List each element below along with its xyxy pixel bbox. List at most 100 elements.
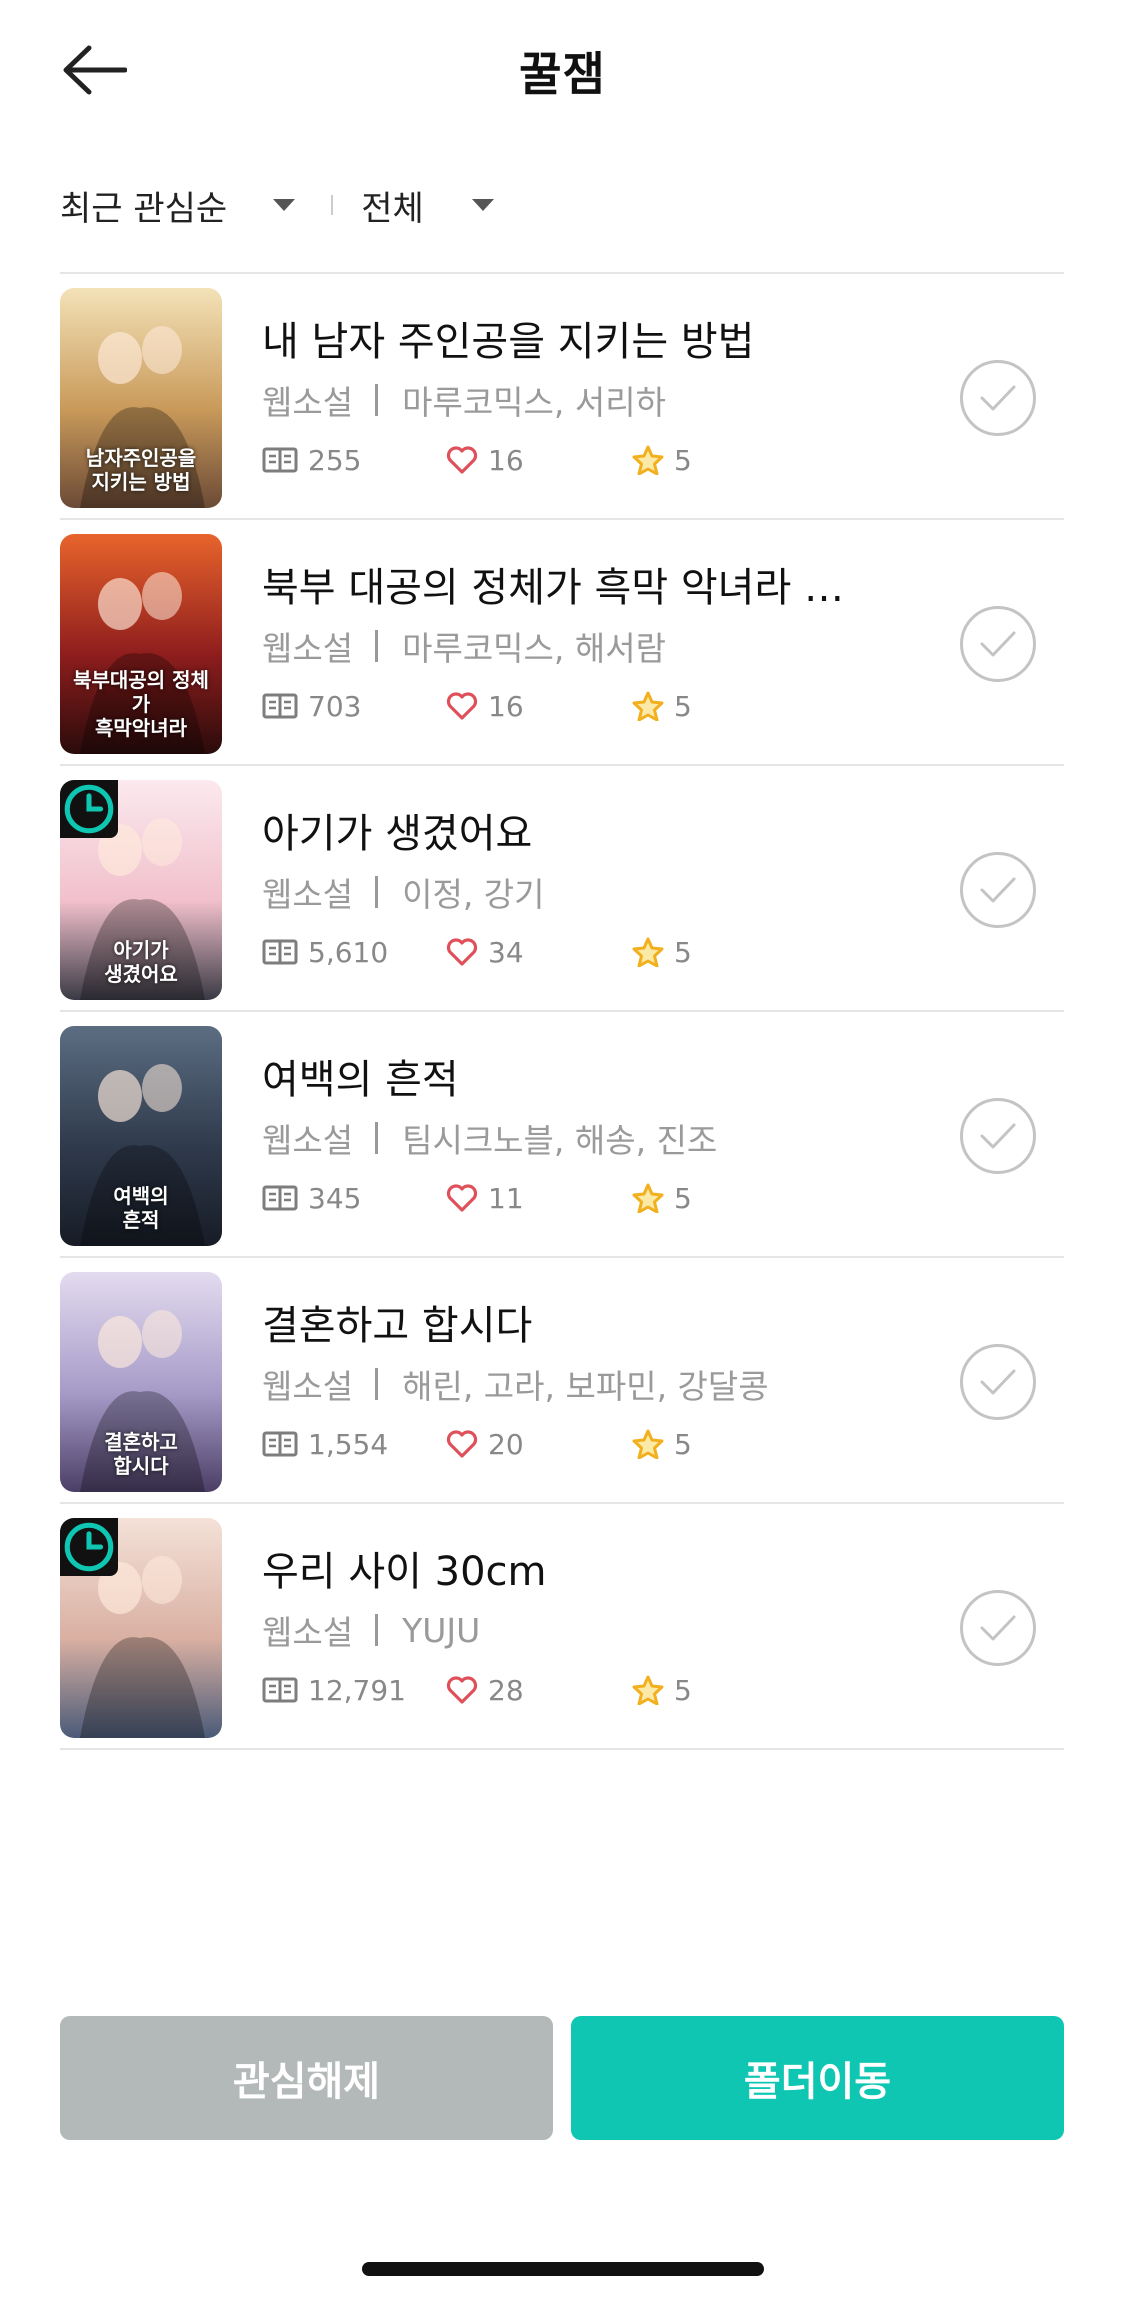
favorites-list: 남자주인공을 지키는 방법 내 남자 주인공을 지키는 방법 웹소설 마루코믹스,… [60, 272, 1064, 1750]
check-icon [980, 385, 1016, 411]
view-count-value: 5,610 [308, 935, 389, 969]
item-genre: 웹소설 [262, 383, 354, 422]
item-stats: 12,791 28 5 [262, 1670, 882, 1710]
like-count: 16 [446, 686, 524, 726]
view-count-value: 703 [308, 689, 362, 723]
like-count-value: 34 [488, 935, 524, 969]
rating: 5 [632, 1424, 692, 1464]
star-icon [632, 691, 664, 721]
category-dropdown[interactable]: 전체 [361, 181, 494, 230]
list-item[interactable]: 아기가 생겼어요 아기가 생겼어요 웹소설 이정, 강기 5,610 34 5 [60, 766, 1064, 1012]
book-cover: 북부대공의 정체가 흑막악녀라 [60, 534, 222, 754]
rating: 5 [632, 1178, 692, 1218]
rating: 5 [632, 932, 692, 972]
item-authors: 이정, 강기 [402, 875, 545, 914]
book-icon [262, 1677, 298, 1703]
rating-value: 5 [674, 935, 692, 969]
heart-icon [446, 692, 478, 720]
book-cover: 결혼하고 합시다 [60, 1272, 222, 1492]
rating-value: 5 [674, 1427, 692, 1461]
list-item[interactable]: 우리 사이 30cm 웹소설 YUJU 12,791 28 5 [60, 1504, 1064, 1750]
list-item[interactable]: 남자주인공을 지키는 방법 내 남자 주인공을 지키는 방법 웹소설 마루코믹스,… [60, 274, 1064, 520]
book-cover: 아기가 생겼어요 [60, 780, 222, 1000]
item-stats: 255 16 5 [262, 440, 882, 480]
sort-dropdown[interactable]: 최근 관심순 [60, 181, 296, 230]
star-icon [632, 1675, 664, 1705]
select-checkbox[interactable] [960, 1590, 1036, 1666]
cover-title: 아기가 생겼어요 [104, 938, 178, 986]
rating-value: 5 [674, 1181, 692, 1215]
book-cover: 여백의 흔적 [60, 1026, 222, 1246]
check-icon [980, 1369, 1016, 1395]
like-count: 11 [446, 1178, 524, 1218]
rating: 5 [632, 1670, 692, 1710]
clock-icon [60, 1518, 118, 1576]
item-title: 아기가 생겼어요 [262, 811, 533, 857]
heart-icon [446, 938, 478, 966]
view-count: 12,791 [262, 1670, 406, 1710]
item-authors: 마루코믹스, 서리하 [402, 383, 666, 422]
rating-value: 5 [674, 689, 692, 723]
item-meta: 웹소설 이정, 강기 [262, 870, 882, 914]
item-info: 내 남자 주인공을 지키는 방법 웹소설 마루코믹스, 서리하 255 16 5 [262, 316, 882, 480]
filter-bar: 최근 관심순 전체 [60, 170, 494, 240]
rating-value: 5 [674, 443, 692, 477]
action-bar: 관심해제 폴더이동 [60, 2016, 1064, 2140]
select-checkbox[interactable] [960, 360, 1036, 436]
item-stats: 1,554 20 5 [262, 1424, 882, 1464]
clock-icon [60, 780, 118, 838]
book-icon [262, 1185, 298, 1211]
unfavorite-button[interactable]: 관심해제 [60, 2016, 553, 2140]
item-authors: YUJU [402, 1610, 481, 1650]
item-info: 우리 사이 30cm 웹소설 YUJU 12,791 28 5 [262, 1546, 882, 1710]
home-indicator [362, 2262, 764, 2276]
view-count: 255 [262, 440, 361, 480]
item-authors: 해린, 고라, 보파민, 강달콩 [402, 1367, 769, 1406]
list-item[interactable]: 여백의 흔적 여백의 흔적 웹소설 팀시크노블, 해송, 진조 345 11 5 [60, 1012, 1064, 1258]
view-count-value: 255 [308, 443, 362, 477]
list-item[interactable]: 결혼하고 합시다 결혼하고 합시다 웹소설 해린, 고라, 보파민, 강달콩 1,… [60, 1258, 1064, 1504]
item-meta: 웹소설 YUJU [262, 1608, 882, 1653]
like-count-value: 20 [488, 1427, 524, 1461]
item-title: 북부 대공의 정체가 흑막 악녀라 … [262, 565, 844, 611]
sort-dropdown-label: 최근 관심순 [60, 188, 228, 229]
item-genre: 웹소설 [262, 1613, 354, 1652]
cover-title: 북부대공의 정체가 흑막악녀라 [73, 668, 209, 740]
like-count: 28 [446, 1670, 524, 1710]
meta-divider [375, 630, 379, 662]
item-title: 결혼하고 합시다 [262, 1303, 533, 1349]
star-icon [632, 1183, 664, 1213]
cover-title: 결혼하고 합시다 [104, 1430, 178, 1478]
select-checkbox[interactable] [960, 606, 1036, 682]
page-title: 꿀잼 [519, 47, 606, 101]
rating: 5 [632, 686, 692, 726]
book-icon [262, 1431, 298, 1457]
book-icon [262, 693, 298, 719]
item-meta: 웹소설 마루코믹스, 서리하 [262, 378, 882, 422]
cover-title: 여백의 흔적 [113, 1184, 169, 1232]
view-count: 5,610 [262, 932, 388, 972]
select-checkbox[interactable] [960, 852, 1036, 928]
move-folder-button[interactable]: 폴더이동 [571, 2016, 1064, 2140]
caret-down-icon [273, 199, 296, 211]
heart-icon [446, 1184, 478, 1212]
meta-divider [375, 384, 379, 416]
item-info: 여백의 흔적 웹소설 팀시크노블, 해송, 진조 345 11 5 [262, 1054, 882, 1218]
view-count-value: 12,791 [308, 1673, 406, 1707]
like-count: 34 [446, 932, 524, 972]
item-meta: 웹소설 해린, 고라, 보파민, 강달콩 [262, 1362, 882, 1406]
caret-down-icon [471, 199, 494, 211]
cover-title: 남자주인공을 지키는 방법 [85, 446, 197, 494]
check-icon [980, 1123, 1016, 1149]
meta-divider [375, 876, 379, 908]
star-icon [632, 1429, 664, 1459]
book-icon [262, 447, 298, 473]
item-meta: 웹소설 팀시크노블, 해송, 진조 [262, 1116, 882, 1160]
list-item[interactable]: 북부대공의 정체가 흑막악녀라 북부 대공의 정체가 흑막 악녀라 … 웹소설 마… [60, 520, 1064, 766]
select-checkbox[interactable] [960, 1098, 1036, 1174]
meta-divider [375, 1614, 379, 1646]
select-checkbox[interactable] [960, 1344, 1036, 1420]
item-stats: 345 11 5 [262, 1178, 882, 1218]
filter-divider [331, 195, 334, 215]
item-genre: 웹소설 [262, 875, 354, 914]
